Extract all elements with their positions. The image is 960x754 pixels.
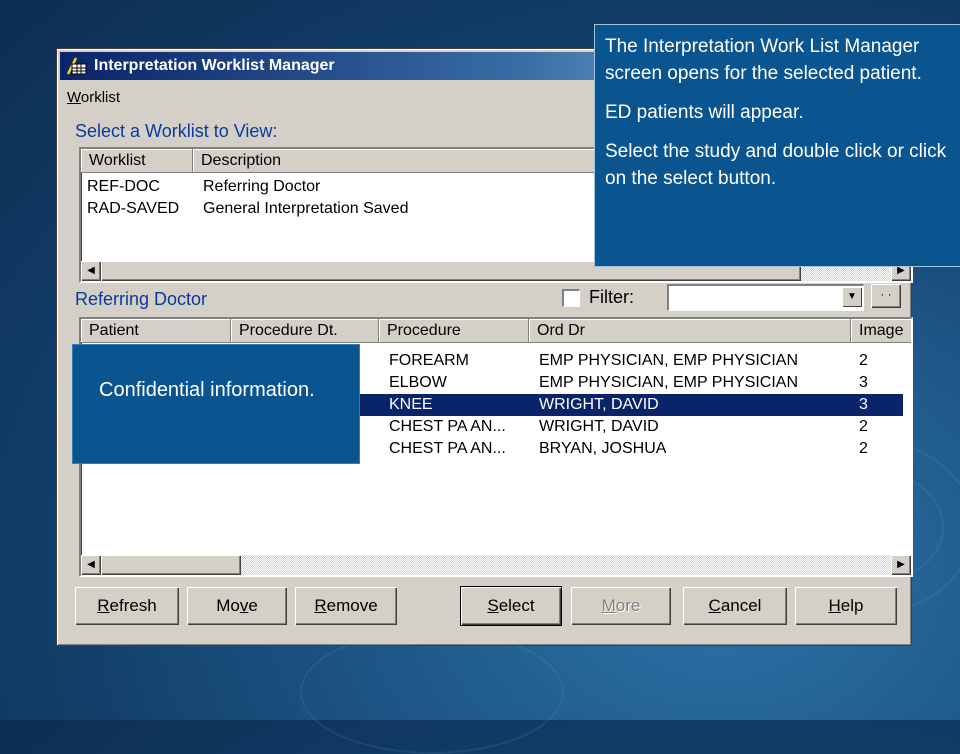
select-label: elect xyxy=(498,596,535,615)
study-image-count: 3 xyxy=(859,396,868,413)
select-mnemonic: S xyxy=(487,596,499,615)
confidential-notice: Confidential information. xyxy=(72,344,360,464)
cancel-mnemonic: C xyxy=(708,596,721,615)
study-ordering-doctor: BRYAN, JOSHUA xyxy=(539,440,667,457)
study-ordering-doctor: WRIGHT, DAVID xyxy=(539,418,659,435)
study-ordering-doctor: WRIGHT, DAVID xyxy=(539,396,659,413)
remove-mnemonic: R xyxy=(314,596,327,615)
worklist-description: Referring Doctor xyxy=(203,178,321,195)
refresh-button[interactable]: Refresh xyxy=(75,587,179,625)
study-procedure: FOREARM xyxy=(389,352,469,369)
column-header-worklist[interactable]: Worklist xyxy=(81,149,193,173)
column-header-procedure[interactable]: Procedure xyxy=(379,319,529,343)
study-image-count: 3 xyxy=(859,374,868,391)
menu-worklist-mnemonic: W xyxy=(67,89,81,106)
filter-checkbox[interactable] xyxy=(562,289,580,307)
select-button[interactable]: Select xyxy=(460,586,562,626)
column-header-ordering-doctor[interactable]: Ord Dr xyxy=(529,319,851,343)
more-label: ore xyxy=(615,596,641,615)
worklist-code: RAD-SAVED xyxy=(87,200,180,217)
study-procedure: CHEST PA AN... xyxy=(389,418,506,435)
app-grid-icon xyxy=(66,57,87,75)
worklist-code: REF-DOC xyxy=(87,178,160,195)
arrow-left-icon[interactable]: ◀ xyxy=(81,261,101,281)
callout-paragraph: Select the study and double click or cli… xyxy=(605,141,947,189)
remove-label: emove xyxy=(326,596,378,615)
more-mnemonic: M xyxy=(601,596,616,615)
worklist-description: General Interpretation Saved xyxy=(203,200,409,217)
filter-options-button[interactable]: · · xyxy=(871,284,901,308)
callout-paragraph: The Interpretation Work List Manager scr… xyxy=(605,36,922,84)
help-mnemonic: H xyxy=(828,596,841,615)
chevron-down-icon[interactable]: ▼ xyxy=(842,287,862,307)
move-label-post: e xyxy=(248,596,258,615)
studies-horizontal-scrollbar[interactable]: ◀ ▶ xyxy=(81,555,911,575)
study-image-count: 2 xyxy=(859,440,868,457)
refresh-mnemonic: R xyxy=(97,596,110,615)
menu-worklist-label: orklist xyxy=(80,89,121,106)
window-title: Interpretation Worklist Manager xyxy=(94,57,335,74)
more-button[interactable]: More xyxy=(571,587,671,625)
help-label: elp xyxy=(840,596,864,615)
menu-worklist[interactable]: Worklist xyxy=(67,89,120,106)
filter-dropdown[interactable]: ▼ xyxy=(667,284,864,311)
arrow-right-icon[interactable]: ▶ xyxy=(891,555,911,575)
study-ordering-doctor: EMP PHYSICIAN, EMP PHYSICIAN xyxy=(539,374,799,391)
cancel-button[interactable]: Cancel xyxy=(683,587,787,625)
instruction-callout: The Interpretation Work List Manager scr… xyxy=(594,24,960,267)
move-button[interactable]: Move xyxy=(187,587,287,625)
study-procedure: KNEE xyxy=(389,396,433,413)
studies-section-label: Referring Doctor xyxy=(75,289,208,309)
study-image-count: 2 xyxy=(859,352,868,369)
study-ordering-doctor: EMP PHYSICIAN, EMP PHYSICIAN xyxy=(539,352,799,369)
column-header-procedure-date[interactable]: Procedure Dt. xyxy=(231,319,379,343)
background-ripple xyxy=(300,630,564,754)
refresh-label: efresh xyxy=(109,596,157,615)
arrow-left-icon[interactable]: ◀ xyxy=(81,555,101,575)
column-header-images[interactable]: Image xyxy=(851,319,911,343)
worklist-section-label: Select a Worklist to View: xyxy=(75,121,278,141)
help-button[interactable]: Help xyxy=(795,587,897,625)
move-label-pre: Mo xyxy=(216,596,240,615)
scrollbar-thumb[interactable] xyxy=(101,555,241,575)
cancel-label: ancel xyxy=(720,596,762,615)
study-procedure: CHEST PA AN... xyxy=(389,440,506,457)
filter-label: Filter: xyxy=(589,287,634,307)
callout-paragraph: ED patients will appear. xyxy=(605,102,804,123)
remove-button[interactable]: Remove xyxy=(295,587,397,625)
column-header-patient[interactable]: Patient xyxy=(81,319,231,343)
study-procedure: ELBOW xyxy=(389,374,447,391)
study-image-count: 2 xyxy=(859,418,868,435)
